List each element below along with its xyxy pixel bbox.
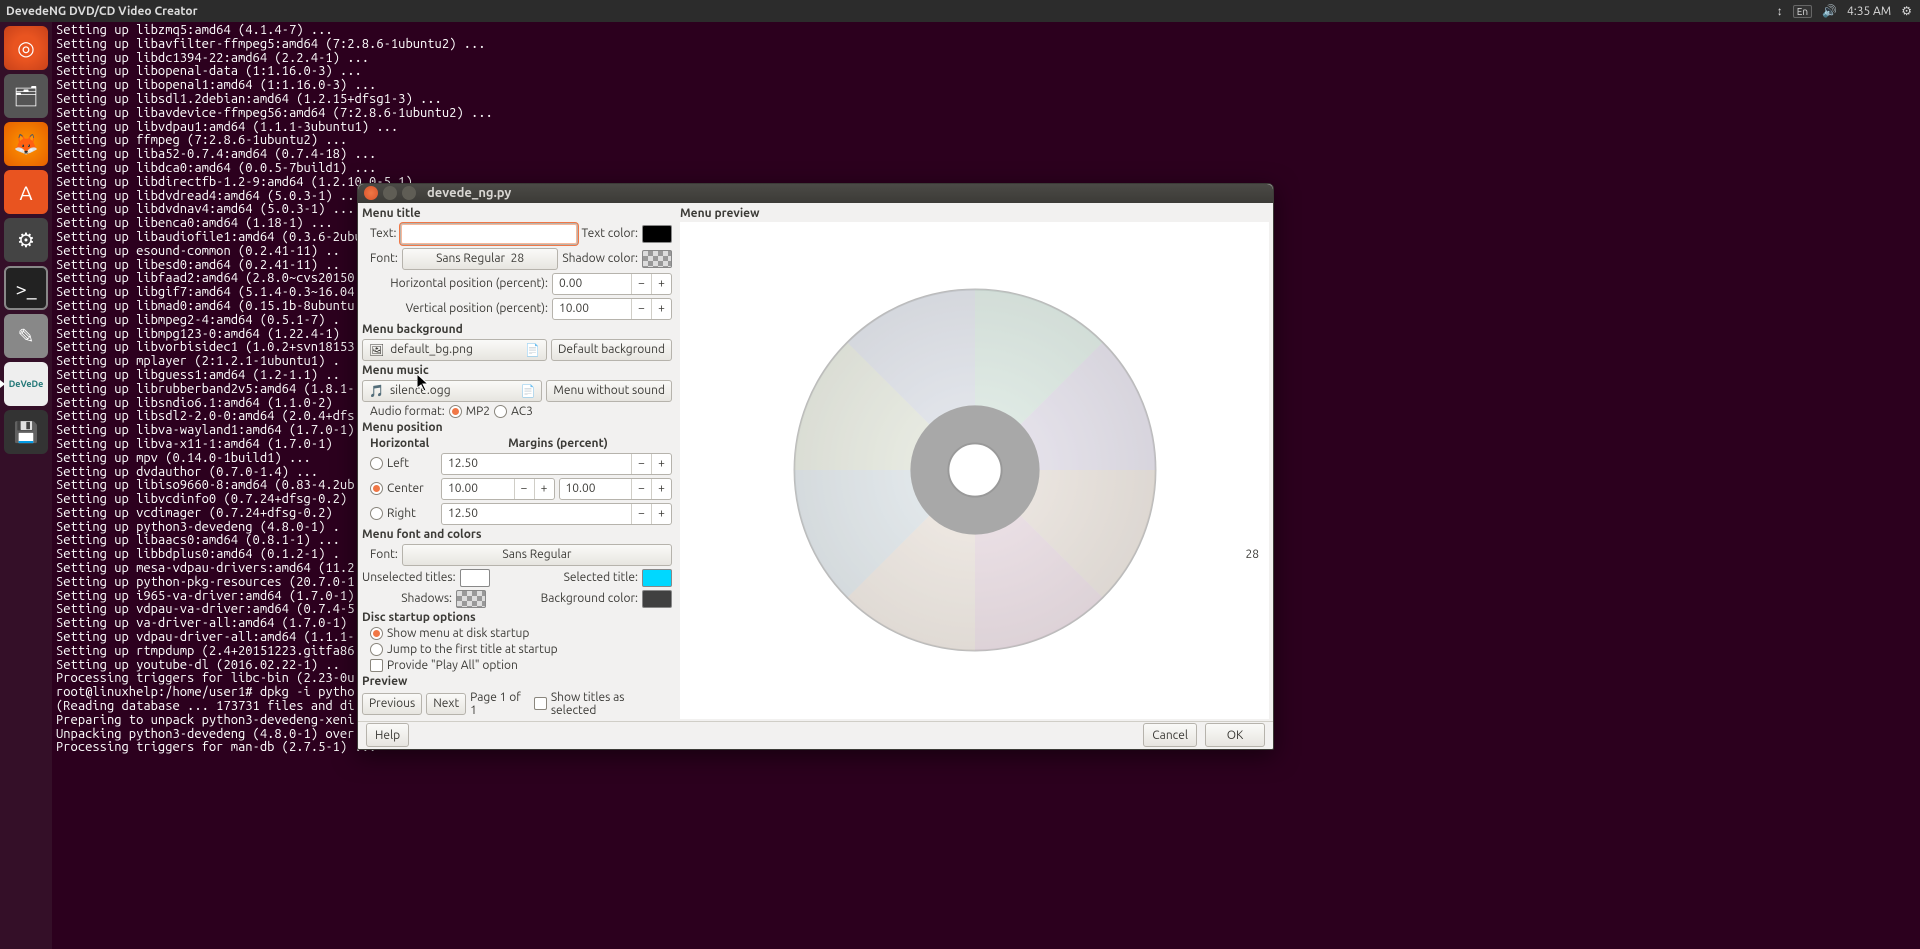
editor-icon[interactable]: ✎ [4,314,48,358]
align-left-radio[interactable] [370,457,383,470]
unity-launcher: ◎ 🗂 🦊 A ⚙ >_ ✎ DeVeDe 💾 [0,22,52,949]
show-selected-checkbox[interactable] [534,697,547,710]
plus-icon: + [651,299,671,319]
software-icon[interactable]: A [4,170,48,214]
plus-icon: + [651,274,671,294]
font2-label: Font: [370,548,398,561]
language-indicator[interactable]: En [1793,5,1812,18]
top-panel: DevedeNG DVD/CD Video Creator ↕ En 🔊 4:3… [0,0,1920,22]
menu-music-header: Menu music [362,364,672,377]
minus-icon: − [631,274,651,294]
files-icon[interactable]: 🗂 [4,74,48,118]
audio-format-label: Audio format: [370,405,445,418]
disc-image [785,280,1165,660]
margin-center-a-spinner[interactable]: 10.00−+ [441,478,555,500]
align-center-radio[interactable] [370,482,383,495]
gear-icon[interactable]: ⚙ [1901,4,1912,18]
devede-icon[interactable]: DeVeDe [4,362,48,406]
default-bg-button[interactable]: Default background [551,339,672,361]
font-selector[interactable]: Sans Regular 28 [402,248,558,270]
cancel-button[interactable]: Cancel [1143,723,1197,747]
menu-bg-header: Menu background [362,323,672,336]
vpos-spinner[interactable]: 10.00−+ [552,298,672,320]
no-sound-button[interactable]: Menu without sound [546,380,672,402]
mp2-radio[interactable] [449,405,462,418]
open-icon: 📄 [525,343,540,357]
window-maximize-icon[interactable] [402,186,416,200]
previous-button[interactable]: Previous [362,693,422,715]
font2-selector[interactable]: Sans Regular 28 [402,544,672,566]
text-color-label: Text color: [582,227,639,240]
menu-title-header: Menu title [362,207,672,220]
selected-label: Selected title: [494,571,638,584]
shadow-color-label: Shadow color: [562,252,638,265]
unselected-color-swatch[interactable] [460,569,490,587]
help-button[interactable]: Help [366,723,409,747]
open-icon: 📄 [520,384,535,398]
hpos-label: Horizontal position (percent): [362,277,548,290]
text-color-swatch[interactable] [642,225,672,243]
title-text-input[interactable] [400,223,577,245]
vpos-label: Vertical position (percent): [362,302,548,315]
settings-icon[interactable]: ⚙ [4,218,48,262]
play-all-checkbox[interactable] [370,659,383,672]
menu-pos-header: Menu position [362,421,672,434]
shadows-color-swatch[interactable] [456,590,486,608]
app-title: DevedeNG DVD/CD Video Creator [0,5,1777,18]
clock[interactable]: 4:35 AM [1847,5,1891,18]
horizontal-label: Horizontal [370,437,440,450]
bgcolor-swatch[interactable] [642,590,672,608]
unselected-label: Unselected titles: [362,571,456,584]
next-button[interactable]: Next [426,693,466,715]
minus-icon: − [631,299,651,319]
shadow-color-swatch[interactable] [642,250,672,268]
system-tray: ↕ En 🔊 4:35 AM ⚙ [1777,4,1920,18]
window-minimize-icon[interactable] [383,186,397,200]
dialog-title: devede_ng.py [427,186,511,200]
ac3-radio[interactable] [494,405,507,418]
ok-button[interactable]: OK [1205,723,1265,747]
dialog-button-bar: Help Cancel OK [358,721,1273,749]
bg-file-chooser[interactable]: 🖼 default_bg.png 📄 [362,339,547,361]
text-label: Text: [370,227,396,240]
opt-show-menu-radio[interactable] [370,627,383,640]
margins-label: Margins (percent) [444,437,672,450]
opt-jump-first-radio[interactable] [370,643,383,656]
font-label: Font: [370,252,398,265]
margin-left-spinner[interactable]: 12.50−+ [441,453,672,475]
image-icon: 🖼 [369,343,384,357]
preview-canvas [680,222,1269,719]
window-close-icon[interactable] [364,186,378,200]
margin-center-b-spinner[interactable]: 10.00−+ [559,478,673,500]
network-icon[interactable]: ↕ [1777,4,1783,18]
dash-icon[interactable]: ◎ [4,26,48,70]
settings-pane: Menu title Text: Text color: Font: Sans … [358,203,676,721]
bgcolor-label: Background color: [490,592,638,605]
preview-header: Preview [362,675,672,688]
shadows-label: Shadows: [362,592,452,605]
font-colors-header: Menu font and colors [362,528,672,541]
mouse-cursor [417,374,433,394]
hpos-spinner[interactable]: 0.00−+ [552,273,672,295]
menu-settings-dialog: devede_ng.py Menu title Text: Text color… [357,183,1274,750]
selected-color-swatch[interactable] [642,569,672,587]
drive-icon[interactable]: 💾 [4,410,48,454]
sound-icon[interactable]: 🔊 [1822,4,1837,18]
margin-right-spinner[interactable]: 12.50−+ [441,503,672,525]
terminal-icon[interactable]: >_ [4,266,48,310]
menu-preview-header: Menu preview [680,207,1269,220]
firefox-icon[interactable]: 🦊 [4,122,48,166]
music-icon: 🎵 [369,384,384,398]
music-file-chooser[interactable]: 🎵 silence.ogg 📄 [362,380,542,402]
dialog-titlebar[interactable]: devede_ng.py [358,184,1273,203]
disc-startup-header: Disc startup options [362,611,672,624]
align-right-radio[interactable] [370,507,383,520]
page-indicator: Page 1 of 1 [470,691,530,717]
preview-pane: Menu preview [676,203,1273,721]
